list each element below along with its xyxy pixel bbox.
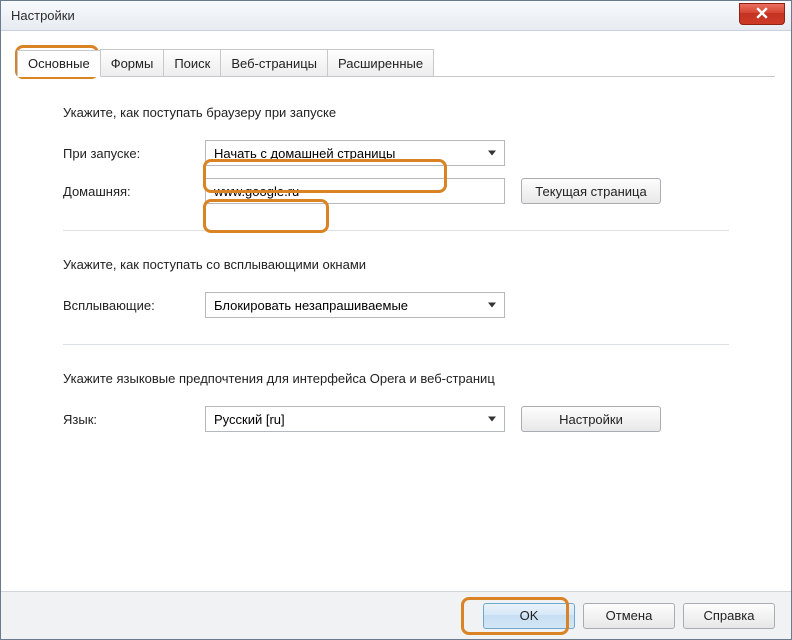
content-area: Основные Формы Поиск Веб-страницы Расшир… — [1, 31, 791, 591]
popups-combo[interactable]: Блокировать незапрашиваемые — [205, 292, 505, 318]
popups-label: Всплывающие: — [63, 298, 205, 313]
home-label: Домашняя: — [63, 184, 205, 199]
language-value: Русский [ru] — [214, 412, 285, 427]
tab-strip: Основные Формы Поиск Веб-страницы Расшир… — [17, 49, 775, 77]
on-start-combo[interactable]: Начать с домашней страницы — [205, 140, 505, 166]
language-settings-button[interactable]: Настройки — [521, 406, 661, 432]
help-button[interactable]: Справка — [683, 603, 775, 629]
close-icon — [756, 7, 768, 22]
language-heading: Укажите языковые предпочтения для интерф… — [63, 371, 729, 386]
chevron-down-icon — [488, 303, 496, 308]
language-row: Язык: Русский [ru] Настройки — [63, 406, 729, 432]
tab-main[interactable]: Основные — [17, 50, 101, 77]
popups-value: Блокировать незапрашиваемые — [214, 298, 408, 313]
divider — [63, 230, 729, 231]
chevron-down-icon — [488, 151, 496, 156]
tab-advanced[interactable]: Расширенные — [327, 49, 434, 76]
window-title: Настройки — [11, 8, 75, 23]
close-button[interactable] — [739, 3, 785, 25]
ok-button[interactable]: OK — [483, 603, 575, 629]
settings-window: Настройки Основные Формы Поиск Веб-стран… — [0, 0, 792, 640]
on-start-value: Начать с домашней страницы — [214, 146, 395, 161]
tab-search[interactable]: Поиск — [163, 49, 221, 76]
on-start-label: При запуске: — [63, 146, 205, 161]
titlebar: Настройки — [1, 1, 791, 31]
popups-row: Всплывающие: Блокировать незапрашиваемые — [63, 292, 729, 318]
current-page-button[interactable]: Текущая страница — [521, 178, 661, 204]
tab-body: Укажите, как поступать браузеру при запу… — [17, 77, 775, 432]
home-row: Домашняя: www.google.ru Текущая страница — [63, 178, 729, 204]
home-url-value: www.google.ru — [214, 184, 299, 199]
chevron-down-icon — [488, 417, 496, 422]
tab-forms[interactable]: Формы — [100, 49, 165, 76]
tab-webpages[interactable]: Веб-страницы — [220, 49, 328, 76]
popups-heading: Укажите, как поступать со всплывающими о… — [63, 257, 729, 272]
cancel-button[interactable]: Отмена — [583, 603, 675, 629]
language-label: Язык: — [63, 412, 205, 427]
dialog-buttons: OK Отмена Справка — [1, 591, 791, 639]
home-url-input[interactable]: www.google.ru — [205, 178, 505, 204]
startup-heading: Укажите, как поступать браузеру при запу… — [63, 105, 729, 120]
divider — [63, 344, 729, 345]
startup-row: При запуске: Начать с домашней страницы — [63, 140, 729, 166]
language-combo[interactable]: Русский [ru] — [205, 406, 505, 432]
